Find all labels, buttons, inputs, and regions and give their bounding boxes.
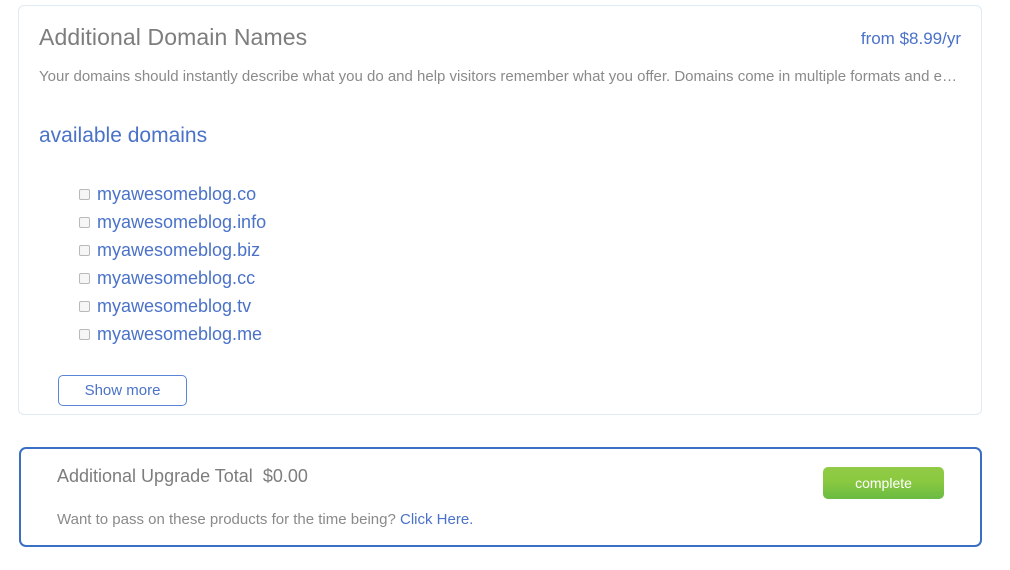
panel-header: Additional Domain Names from $8.99/yr bbox=[39, 24, 961, 58]
show-more-button[interactable]: Show more bbox=[58, 375, 187, 406]
domain-name-label[interactable]: myawesomeblog.co bbox=[97, 185, 256, 203]
list-item[interactable]: myawesomeblog.info bbox=[79, 208, 266, 236]
domain-name-label[interactable]: myawesomeblog.tv bbox=[97, 297, 251, 315]
price-label: from $8.99/yr bbox=[860, 29, 961, 48]
domain-checkbox[interactable] bbox=[79, 216, 90, 228]
upgrade-total-label: Additional Upgrade Total bbox=[57, 466, 253, 486]
available-domains-heading: available domains bbox=[39, 124, 208, 147]
upgrade-total-row: Additional Upgrade Total $0.00 bbox=[57, 466, 308, 487]
list-item[interactable]: myawesomeblog.co bbox=[79, 180, 266, 208]
domain-checkbox[interactable] bbox=[79, 244, 90, 256]
upgrade-total-amount: $0.00 bbox=[262, 466, 308, 486]
domain-name-label[interactable]: myawesomeblog.me bbox=[97, 325, 262, 343]
list-item[interactable]: myawesomeblog.cc bbox=[79, 264, 266, 292]
list-item[interactable]: myawesomeblog.biz bbox=[79, 236, 266, 264]
list-item[interactable]: myawesomeblog.tv bbox=[79, 292, 266, 320]
domain-checkbox[interactable] bbox=[79, 272, 90, 284]
list-item[interactable]: myawesomeblog.me bbox=[79, 320, 266, 348]
pass-on-text: Want to pass on these products for the t… bbox=[57, 511, 396, 528]
domain-checkbox[interactable] bbox=[79, 300, 90, 312]
click-here-link[interactable]: Click Here. bbox=[400, 511, 473, 528]
domain-name-label[interactable]: myawesomeblog.biz bbox=[97, 241, 260, 259]
domain-name-label[interactable]: myawesomeblog.cc bbox=[97, 269, 255, 287]
available-domains-list: myawesomeblog.co myawesomeblog.info myaw… bbox=[79, 180, 266, 348]
domain-checkbox[interactable] bbox=[79, 328, 90, 340]
page-title: Additional Domain Names bbox=[39, 24, 308, 50]
panel-description: Your domains should instantly describe w… bbox=[39, 68, 961, 85]
domain-name-label[interactable]: myawesomeblog.info bbox=[97, 213, 266, 231]
additional-domain-names-panel: Additional Domain Names from $8.99/yr Yo… bbox=[18, 5, 982, 415]
complete-button[interactable]: complete bbox=[823, 467, 944, 499]
pass-on-row: Want to pass on these products for the t… bbox=[57, 511, 473, 528]
upgrade-total-panel: Additional Upgrade Total $0.00 Want to pa… bbox=[19, 447, 982, 547]
domain-checkbox[interactable] bbox=[79, 188, 90, 200]
